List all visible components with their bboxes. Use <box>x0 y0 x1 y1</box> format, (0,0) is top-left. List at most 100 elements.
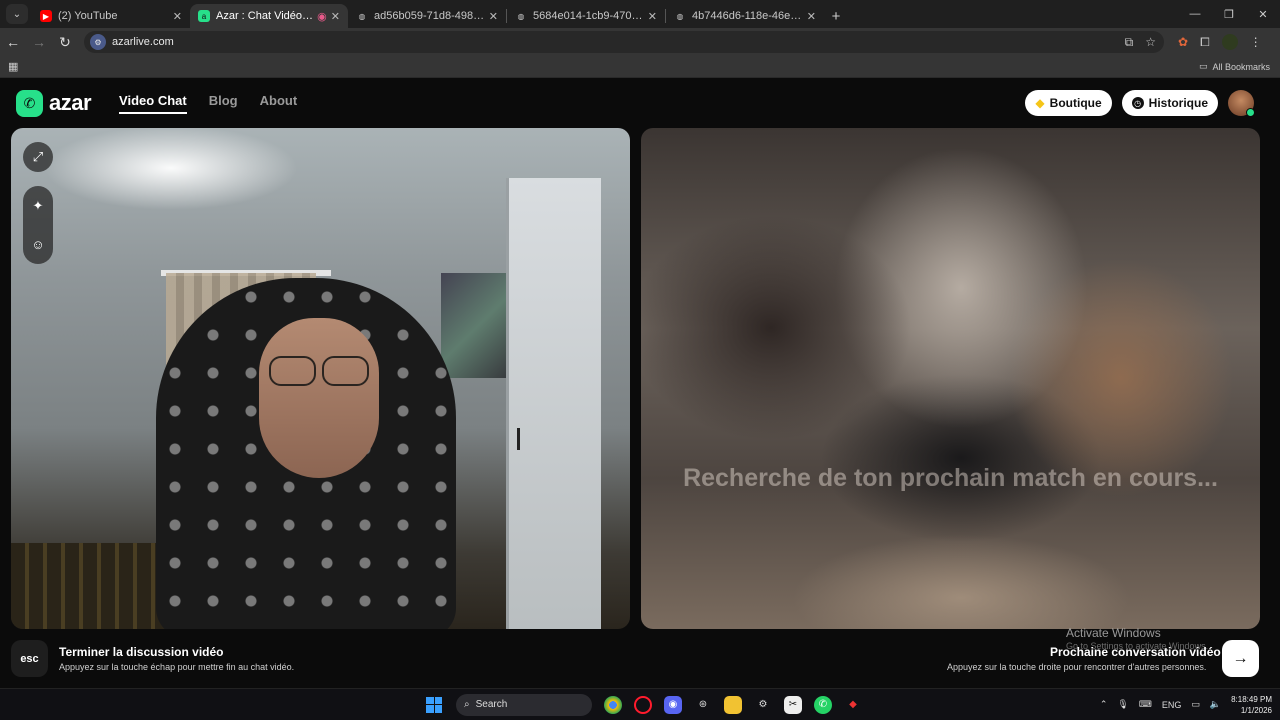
steam-icon[interactable]: ⚙ <box>754 696 772 714</box>
all-bookmarks-label: All Bookmarks <box>1212 61 1270 72</box>
restore-icon[interactable]: ❐ <box>1212 8 1246 21</box>
video-person <box>269 356 369 386</box>
next-chat-button[interactable]: → <box>1222 640 1259 677</box>
tab-youtube[interactable]: ▶ (2) YouTube ✕ <box>32 4 190 28</box>
video-person <box>269 356 316 386</box>
main-nav: Video Chat Blog About <box>119 93 297 114</box>
globe-icon: ◍ <box>676 11 684 21</box>
azar-logo[interactable]: ✆ azar <box>16 89 92 117</box>
close-icon[interactable]: ✕ <box>331 10 340 23</box>
close-window-icon[interactable]: ✕ <box>1246 8 1280 21</box>
user-avatar[interactable] <box>1228 90 1255 117</box>
next-chat-title: Prochaine conversation vidéo <box>1050 645 1221 659</box>
close-icon[interactable]: ✕ <box>173 10 182 23</box>
start-tile <box>434 705 442 713</box>
cast-icon[interactable]: ⧉ <box>1125 35 1134 50</box>
nav-about[interactable]: About <box>260 93 298 114</box>
tab-page-4[interactable]: ◍ 5684e014-1cb9-470e-87f4-25c ✕ <box>507 4 665 28</box>
nav-blog[interactable]: Blog <box>209 93 238 114</box>
keyboard-icon[interactable]: ⌨ <box>1139 699 1152 710</box>
language-indicator[interactable]: ENG <box>1162 700 1182 710</box>
new-tab-button[interactable]: + <box>824 4 848 28</box>
discord-icon[interactable]: ◉ <box>664 695 682 714</box>
video-scene <box>506 178 601 629</box>
nav-video-chat[interactable]: Video Chat <box>119 93 187 114</box>
tab-page-3[interactable]: ◍ ad56b059-71d8-4986-8d15-cc ✕ <box>348 4 506 28</box>
self-video: ⤢ ✦ ☺ <box>11 128 630 629</box>
online-status-icon <box>1246 108 1255 117</box>
search-icon: ⌕ <box>464 699 470 710</box>
tab-azar[interactable]: a Azar : Chat Vidéo avec de n ◉ ✕ <box>190 4 348 28</box>
reload-icon[interactable]: ↻ <box>52 34 78 51</box>
sparkle-icon[interactable]: ✦ <box>33 198 44 214</box>
start-tile <box>434 696 442 704</box>
tab-search-button[interactable]: ⌄ <box>6 4 28 24</box>
video-person <box>322 356 369 386</box>
azar-logo-icon: ✆ <box>16 89 43 117</box>
end-chat-title: Terminer la discussion vidéo <box>59 645 224 659</box>
historique-button[interactable]: ◷ Historique <box>1121 90 1218 116</box>
extension-icon[interactable]: ✿ <box>1178 35 1188 49</box>
taskbar-search[interactable]: ⌕ Search <box>456 693 592 716</box>
minimize-icon[interactable]: — <box>1178 8 1212 20</box>
network-icon[interactable]: ▭ <box>1191 699 1200 710</box>
close-icon[interactable]: ✕ <box>489 10 498 23</box>
puzzle-icon[interactable]: ⧠ <box>1200 35 1210 50</box>
start-tile <box>426 705 434 713</box>
app-icon[interactable]: ◆ <box>844 696 862 714</box>
taskbar-search-label: Search <box>475 699 508 710</box>
arrow-right-icon: → <box>1232 649 1249 667</box>
gem-icon: ◆ <box>1035 96 1045 110</box>
volume-icon[interactable]: 🔈 <box>1210 699 1221 710</box>
system-tray: ⌃ 🎙 ⌨ ENG ▭ 🔈 8:18:49 PM 1/1/2026 <box>1100 694 1272 716</box>
apps-grid-icon[interactable]: ▦ <box>8 60 18 73</box>
file-explorer-icon[interactable] <box>724 695 742 714</box>
swap-view-button[interactable]: ⤢ <box>23 142 53 172</box>
tab-title: (2) YouTube <box>58 10 118 22</box>
youtube-icon: ▶ <box>40 10 52 22</box>
boutique-button[interactable]: ◆ Boutique <box>1025 90 1112 116</box>
address-bar[interactable]: ⚙ azarlive.com ⧉ ☆ <box>84 31 1164 53</box>
boutique-label: Boutique <box>1049 96 1102 110</box>
historique-label: Historique <box>1148 96 1208 110</box>
windows-start-icon[interactable] <box>426 696 442 713</box>
video-scene <box>517 428 520 450</box>
microphone-icon[interactable]: 🎙 <box>1117 699 1128 710</box>
site-header: ✆ azar Video Chat Blog About ◆ Boutique … <box>0 78 1280 128</box>
searching-message: Recherche de ton prochain match en cours… <box>683 464 1218 492</box>
close-icon[interactable]: ✕ <box>807 10 816 23</box>
tab-page-5[interactable]: ◍ 4b7446d6-118e-46ea-b647-82 ✕ <box>666 4 824 28</box>
close-icon[interactable]: ✕ <box>648 10 657 23</box>
taskbar-clock[interactable]: 8:18:49 PM 1/1/2026 <box>1231 694 1272 716</box>
capcut-icon[interactable]: ✂ <box>784 695 802 714</box>
globe-icon: ◍ <box>358 11 366 21</box>
whatsapp-icon[interactable]: ✆ <box>814 695 832 714</box>
opera-icon[interactable] <box>634 695 652 714</box>
menu-kebab-icon[interactable]: ⋮ <box>1250 35 1262 49</box>
next-chat-hint: Appuyez sur la touche droite pour rencon… <box>947 662 1207 672</box>
back-icon[interactable]: ← <box>0 34 26 50</box>
clock-icon: ◷ <box>1131 97 1144 109</box>
chevron-up-icon[interactable]: ⌃ <box>1100 699 1108 710</box>
face-filter-icon[interactable]: ☺ <box>31 237 44 252</box>
taskbar-apps: ◉ ⊛ ⚙ ✂ ✆ ◆ <box>604 695 862 714</box>
header-actions: ◆ Boutique ◷ Historique <box>1025 90 1255 117</box>
url-text: azarlive.com <box>112 36 174 48</box>
all-bookmarks-button[interactable]: ▭ All Bookmarks <box>1199 61 1270 72</box>
chrome-icon[interactable] <box>604 695 622 714</box>
video-scene <box>441 273 516 378</box>
end-chat-hint: Appuyez sur la touche échap pour mettre … <box>59 662 295 672</box>
folder-icon: ▭ <box>1198 61 1208 71</box>
tab-title: 4b7446d6-118e-46ea-b647-82 <box>692 10 803 22</box>
profile-avatar[interactable] <box>1221 34 1238 50</box>
site-info-icon[interactable]: ⚙ <box>90 34 106 50</box>
omnibox-actions: ⧉ ☆ <box>1125 35 1164 50</box>
tab-title: ad56b059-71d8-4986-8d15-cc <box>374 10 485 22</box>
bookmark-star-icon[interactable]: ☆ <box>1145 35 1156 50</box>
recording-icon: ◉ <box>317 10 327 23</box>
forward-icon[interactable]: → <box>26 34 52 50</box>
extension-icons: ✿ ⧠ ⋮ <box>1178 34 1262 50</box>
app-icon[interactable]: ⊛ <box>694 696 712 714</box>
azar-page: ✆ azar Video Chat Blog About ◆ Boutique … <box>0 78 1280 688</box>
end-chat-button[interactable]: esc <box>11 640 48 677</box>
